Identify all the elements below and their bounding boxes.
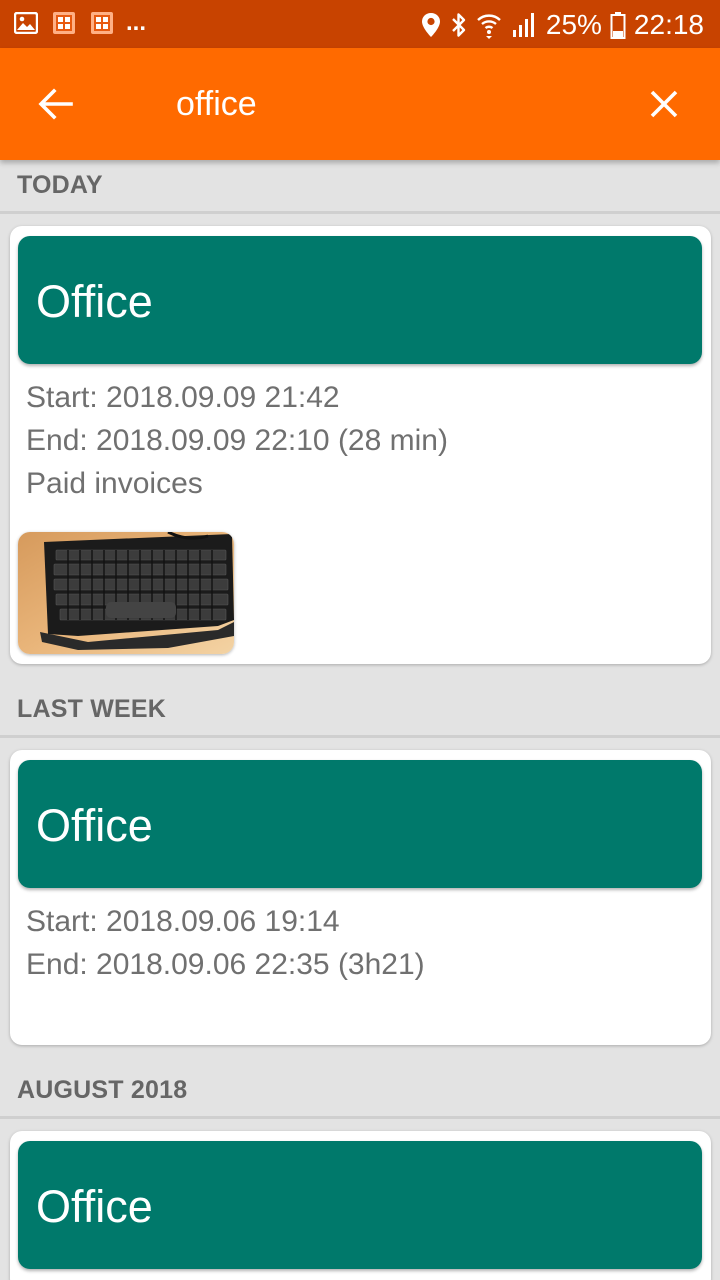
card-title-banner: Office (18, 760, 702, 888)
section-header-last-week: LAST WEEK (0, 684, 720, 738)
battery-percent: 25% (545, 9, 602, 40)
session-card[interactable]: Office Start: 2018.09.06 19:14 End: 2018… (10, 750, 711, 1045)
photo-thumbnail[interactable] (18, 532, 234, 654)
search-toolbar (0, 48, 720, 160)
session-card[interactable]: Office Start: 2018.09.09 21:42 End: 2018… (10, 226, 711, 664)
arrow-back-icon (38, 88, 73, 120)
end-time: End: 2018.09.09 22:10 (28 min) (26, 424, 448, 457)
back-button[interactable] (28, 76, 84, 132)
keyboard-photo (18, 532, 234, 654)
section-header-today: TODAY (0, 160, 720, 214)
battery-icon (610, 12, 626, 39)
gallery-notification-icon (14, 12, 38, 34)
wifi-icon (477, 14, 501, 39)
card-title: Office (36, 1181, 153, 1232)
status-bar: ... 25% 22:18 (0, 0, 720, 48)
app-notification-icon (91, 12, 113, 34)
search-input[interactable] (176, 78, 576, 130)
location-icon (421, 13, 440, 37)
section-title: LAST WEEK (17, 695, 167, 723)
clock: 22:18 (633, 9, 704, 40)
end-time: End: 2018.09.06 22:35 (3h21) (26, 948, 425, 981)
section-title: TODAY (17, 171, 103, 199)
session-card[interactable]: Office (10, 1131, 711, 1280)
card-title: Office (36, 276, 153, 327)
card-title-banner: Office (18, 1141, 702, 1269)
section-title: AUGUST 2018 (17, 1076, 188, 1104)
card-title: Office (36, 800, 153, 851)
start-time: Start: 2018.09.06 19:14 (26, 905, 340, 938)
bluetooth-icon (452, 13, 466, 37)
more-notifications: ... (126, 9, 147, 36)
clear-search-button[interactable] (636, 76, 692, 132)
start-time: Start: 2018.09.09 21:42 (26, 381, 340, 414)
session-note: Paid invoices (26, 467, 203, 500)
signal-icon (512, 13, 534, 37)
app-notification-icon (53, 12, 75, 34)
close-icon (650, 90, 678, 118)
section-header-august-2018: AUGUST 2018 (0, 1065, 720, 1119)
card-title-banner: Office (18, 236, 702, 364)
